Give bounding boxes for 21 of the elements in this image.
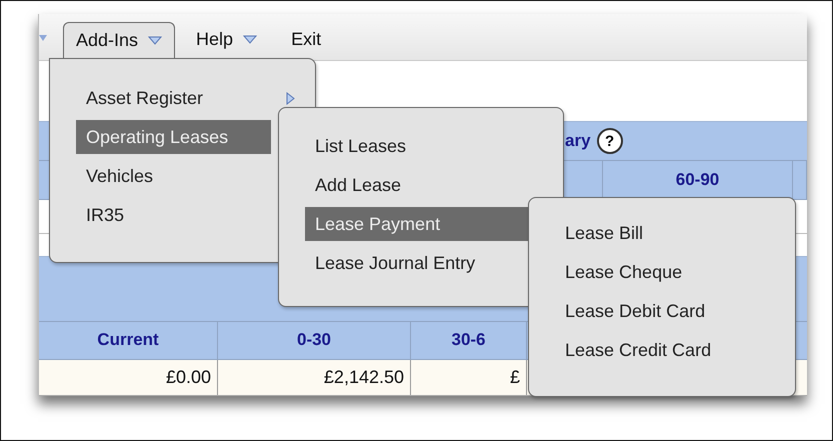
menu-item[interactable]: Add Lease [305,168,530,202]
menu-item[interactable]: Operating Leases [76,120,271,154]
menu-tab[interactable]: Exit [278,22,334,60]
table-cell: £ [411,360,527,396]
menu-tab[interactable]: Help [183,22,270,60]
menu-item[interactable]: Lease Debit Card [555,294,745,328]
help-icon[interactable]: ? [596,128,623,154]
menu-item[interactable]: Lease Cheque [555,255,745,289]
menu-item[interactable]: List Leases [305,129,530,163]
table-cell: £0.00 [39,360,218,396]
table-cell: £2,142.50 [218,360,411,396]
menu-item[interactable]: Asset Register [76,81,271,115]
menu-item[interactable]: IR35 [76,198,271,232]
menu-item[interactable]: Vehicles [76,159,271,193]
section-title: ary [565,131,591,151]
menu-tab[interactable]: Add-Ins [63,22,176,60]
menu-item[interactable]: Lease Payment [305,207,530,241]
menu-item[interactable]: Lease Bill [555,216,745,250]
menu-item[interactable]: Lease Credit Card [555,333,745,367]
menu-item[interactable]: Lease Journal Entry [305,246,530,280]
caret-icon [39,34,47,42]
